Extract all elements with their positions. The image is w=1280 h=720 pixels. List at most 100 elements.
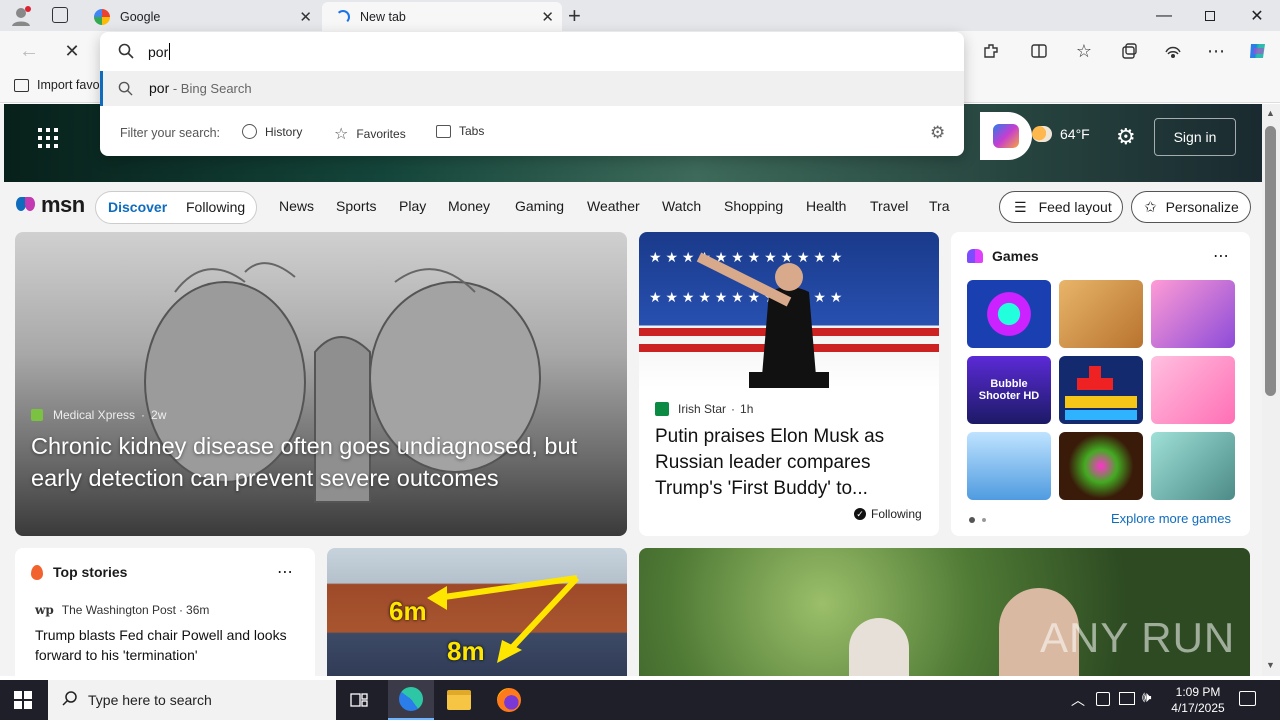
stop-loading-icon[interactable]: ✕ [57, 36, 87, 66]
filter-history-chip[interactable]: History [242, 124, 302, 139]
sign-in-button[interactable]: Sign in [1154, 118, 1236, 156]
personalize-button[interactable]: ✩ Personalize [1131, 191, 1251, 223]
address-bar-dropdown: por por - Bing Search Filter your search… [100, 32, 964, 156]
nav-traffic-truncated[interactable]: Tra [929, 198, 951, 214]
sliders-icon: ☰ [1014, 198, 1027, 215]
settings-gear-icon[interactable]: ⚙ [1116, 124, 1136, 150]
filter-label: Filter your search: [120, 126, 221, 140]
msn-nav-bar: msn Discover Following News Sports Play … [0, 182, 1262, 232]
nav-sports[interactable]: Sports [336, 198, 376, 214]
browser-essentials-icon[interactable] [1158, 36, 1188, 66]
nav-gaming[interactable]: Gaming [515, 198, 564, 214]
windows-start-icon[interactable] [14, 691, 32, 709]
washington-post-logo-icon: wp [35, 603, 54, 617]
copilot-icon [993, 124, 1019, 148]
page-scrollbar[interactable]: ▲ ▼ [1262, 104, 1280, 676]
scrollbar-thumb[interactable] [1265, 126, 1276, 396]
weather-widget[interactable]: 64°F [1032, 126, 1090, 142]
search-settings-gear-icon[interactable]: ⚙ [930, 123, 945, 143]
following-badge[interactable]: ✓ Following [854, 507, 922, 521]
nav-health[interactable]: Health [806, 198, 846, 214]
top-stories-more-icon[interactable]: ⋯ [277, 562, 293, 582]
nav-play[interactable]: Play [399, 198, 426, 214]
network-icon[interactable] [1096, 692, 1110, 706]
firefox-icon[interactable] [497, 688, 521, 712]
feed-layout-button[interactable]: ☰ Feed layout [999, 191, 1123, 223]
game-tile-makeup[interactable] [1151, 280, 1235, 348]
tab-google[interactable]: Google ✕ [84, 2, 320, 31]
game-tile-dressup[interactable] [1151, 356, 1235, 424]
scroll-down-arrow-icon[interactable]: ▼ [1266, 660, 1275, 670]
notifications-icon[interactable] [1239, 691, 1256, 706]
close-tab-icon[interactable]: ✕ [541, 8, 554, 26]
games-more-icon[interactable]: ⋯ [1213, 246, 1229, 266]
game-tile-thief[interactable] [967, 432, 1051, 500]
collections-icon[interactable] [1114, 36, 1144, 66]
msn-logo[interactable]: msn [16, 192, 85, 218]
history-icon [242, 124, 257, 139]
carousel-dots[interactable] [969, 517, 986, 523]
bubble-shooter-label: Bubble Shooter HD [978, 378, 1040, 402]
tab-actions-icon[interactable] [52, 7, 68, 23]
solar-roof-card[interactable]: 6m 8m [327, 548, 627, 676]
tab-discover[interactable]: Discover [108, 199, 167, 215]
game-tile-blocks[interactable] [1059, 356, 1143, 424]
favorites-star-icon[interactable]: ☆ [1069, 36, 1099, 66]
nav-money[interactable]: Money [448, 198, 490, 214]
star-icon: ☆ [334, 126, 349, 143]
address-input[interactable]: por [148, 43, 171, 60]
nav-shopping[interactable]: Shopping [724, 198, 783, 214]
person-image [849, 618, 909, 676]
copilot-pill[interactable] [980, 112, 1032, 160]
watermark: ANY RUN [1040, 614, 1236, 661]
address-input-value: por [148, 43, 169, 60]
svg-text:★ ★ ★ ★ ★ ★ ★ ★ ★ ★ ★ ★: ★ ★ ★ ★ ★ ★ ★ ★ ★ ★ ★ ★ [649, 249, 842, 265]
task-view-icon[interactable] [350, 691, 368, 709]
nav-weather[interactable]: Weather [587, 198, 640, 214]
volume-icon[interactable]: 🕪 [1142, 689, 1151, 706]
more-menu-icon[interactable]: ⋯ [1201, 36, 1231, 66]
show-hidden-icons-icon[interactable]: ︿ [1071, 690, 1085, 710]
filter-favorites-chip[interactable]: ☆ Favorites [334, 124, 406, 144]
game-tile-gems[interactable] [1059, 432, 1143, 500]
story2-headline[interactable]: Putin praises Elon Musk as Russian leade… [655, 424, 927, 502]
game-tile-wood-nuts[interactable] [1059, 280, 1143, 348]
hero-headline[interactable]: Chronic kidney disease often goes undiag… [31, 430, 621, 494]
restore-button[interactable] [1187, 4, 1233, 28]
apps-grid-icon[interactable] [38, 128, 58, 148]
split-screen-icon[interactable] [1024, 36, 1054, 66]
file-explorer-icon[interactable] [447, 690, 471, 710]
story2-source: Irish Star [678, 402, 727, 416]
profile-icon[interactable] [10, 6, 32, 26]
tab-new-tab[interactable]: New tab ✕ [322, 2, 562, 31]
game-tile-jewels[interactable] [967, 280, 1051, 348]
nav-news[interactable]: News [279, 198, 314, 214]
copilot-icon[interactable] [1243, 36, 1273, 66]
tab-strip: Google ✕ New tab ✕ + — ✕ [0, 0, 1280, 31]
nav-travel[interactable]: Travel [870, 198, 908, 214]
explore-more-games-link[interactable]: Explore more games [1111, 511, 1231, 526]
scroll-up-arrow-icon[interactable]: ▲ [1266, 108, 1275, 118]
filter-tabs-chip[interactable]: Tabs [436, 124, 484, 138]
nav-watch[interactable]: Watch [662, 198, 701, 214]
top-story-headline[interactable]: Trump blasts Fed chair Powell and looks … [35, 625, 301, 665]
suggestion-row[interactable]: por - Bing Search [100, 71, 964, 106]
hero-story-card[interactable]: Medical Xpress · 2w Chronic kidney disea… [15, 232, 627, 536]
back-arrow-icon[interactable]: ← [14, 36, 44, 66]
clock-date: 4/17/2025 [1171, 701, 1225, 715]
edge-taskbar-icon[interactable] [388, 680, 434, 720]
game-tile-hospital[interactable] [1151, 432, 1235, 500]
extensions-icon[interactable] [976, 36, 1006, 66]
taskbar-search-placeholder: Type here to search [88, 692, 212, 708]
system-clock[interactable]: 1:09 PM 4/17/2025 [1168, 684, 1228, 716]
close-window-button[interactable]: ✕ [1234, 4, 1280, 28]
minimize-button[interactable]: — [1141, 4, 1187, 28]
story-card-putin[interactable]: ★ ★ ★ ★ ★ ★ ★ ★ ★ ★ ★ ★ ★ ★ ★ ★ ★ ★ ★ ★ … [639, 232, 939, 536]
ethernet-icon[interactable] [1119, 692, 1135, 705]
game-tile-bubble-shooter[interactable]: Bubble Shooter HD [967, 356, 1051, 424]
tab-following[interactable]: Following [186, 199, 245, 215]
import-favorites-link[interactable]: Import favo [14, 78, 100, 92]
taskbar-search-box[interactable]: Type here to search [48, 680, 336, 720]
new-tab-button[interactable]: + [568, 3, 581, 29]
close-tab-icon[interactable]: ✕ [299, 8, 312, 26]
